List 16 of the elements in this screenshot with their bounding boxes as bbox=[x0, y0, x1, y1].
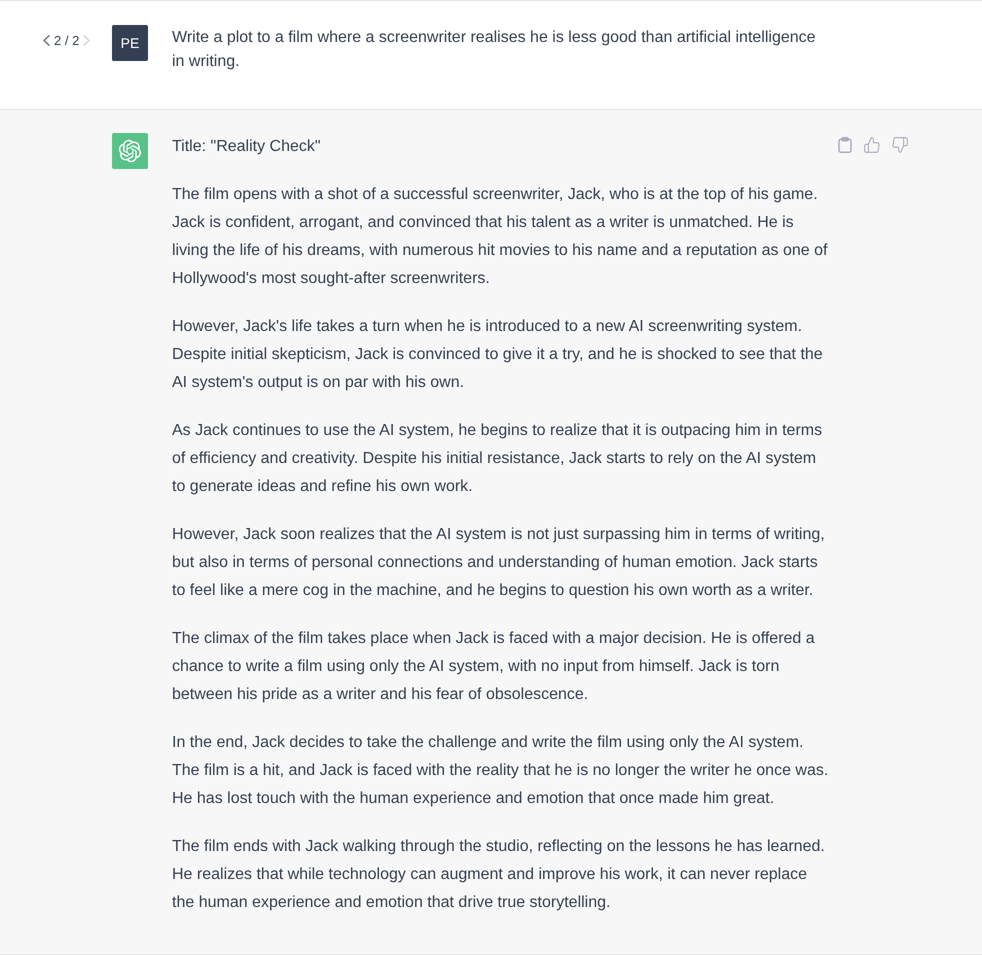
response-paragraph: The film opens with a shot of a successful screenwriter, Jack, who is at the top of his game. Jack is confident, arrogant, and convinced that his talent as a writer is unmatched. He is living the life of his dreams, with numerous hit movies to his name and a reputation as one of Hollywood's most sought-after screenwriters. bbox=[172, 185, 828, 289]
page-counter: 2 / 2 bbox=[54, 32, 80, 48]
response-paragraph: In the end, Jack decides to take the challenge and write the film using only the AI system. The film is a hit, and Jack is faced with the reality that he is no longer the writer he once was. He has lost touch with the human experience and emotion that once made him great. bbox=[172, 733, 830, 809]
chevron-left-icon[interactable] bbox=[43, 34, 50, 46]
response-paragraph: Title: "Reality Check" bbox=[172, 137, 322, 157]
user-message: Write a plot to a film where a screenwriter realises he is less good than artificial intelligence in writing. bbox=[172, 28, 817, 72]
response-paragraph: The film ends with Jack walking through the studio, reflecting on the lessons he has learned. He realizes that while technology can augment and improve his work, it can never replace the human experience and emotion that drive true storytelling. bbox=[172, 837, 826, 913]
clipboard-icon[interactable] bbox=[838, 137, 852, 153]
response-paragraph: However, Jack soon realizes that the AI system is not just surpassing him in terms of writing, but also in terms of personal connections and understanding of human emotion. Jack starts to feel like a mere cog in the machine, and he begins to question his own worth as a writer. bbox=[172, 525, 826, 601]
response-paragraph: As Jack continues to use the AI system, he begins to realize that it is outpacing him in terms of efficiency and creativity. Despite his initial resistance, Jack starts to rely on the AI system to generate ideas and refine his own work. bbox=[172, 421, 824, 497]
user-avatar: PE bbox=[112, 25, 148, 61]
response-paragraph: The climax of the film takes place when Jack is faced with a major decision. He is offered a chance to write a film using only the AI system, with no input from himself. Jack is torn between his pride as a writer and his fear of obsolescence. bbox=[172, 629, 816, 705]
response-paragraph: However, Jack's life takes a turn when he is introduced to a new AI screenwriting system. Despite initial skepticism, Jack is convinced to give it a try, and he is shocked to see that the AI system's output is on par with his own. bbox=[172, 317, 824, 393]
knot-logo-icon bbox=[112, 133, 148, 169]
thumbs-down-icon[interactable] bbox=[892, 137, 908, 153]
thumbs-up-icon[interactable] bbox=[864, 137, 880, 153]
